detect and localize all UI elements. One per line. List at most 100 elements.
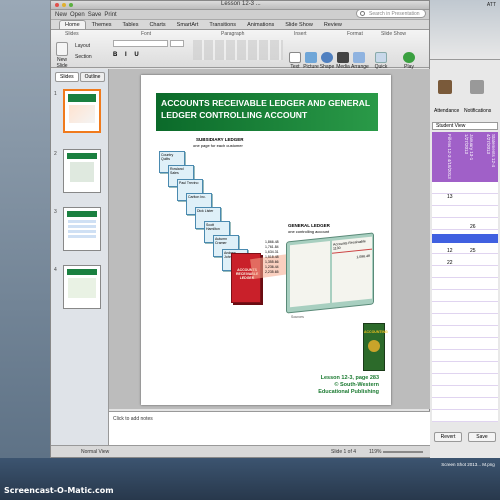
media-button[interactable]: Media	[335, 52, 351, 70]
grade-cell[interactable]: 25	[470, 248, 476, 254]
tab-animations[interactable]: Animations	[242, 21, 279, 29]
play-icon	[403, 52, 415, 63]
textbook-emblem-icon	[368, 340, 380, 352]
qat-print[interactable]: Print	[104, 12, 116, 18]
tab-slides[interactable]: Slides	[55, 72, 79, 82]
new-slide-icon	[56, 42, 68, 56]
notes-placeholder: Click to add notes	[113, 416, 153, 422]
subsidiary-ledger-subtitle: one page for each customer	[193, 143, 243, 148]
slide[interactable]: ACCOUNTS RECEIVABLE LEDGER AND GENERAL L…	[141, 75, 391, 405]
slide-thumbnail-1[interactable]	[63, 89, 101, 133]
view-mode-label: Normal View	[81, 449, 110, 455]
slide-number-3: 3	[54, 209, 57, 215]
zoom-level[interactable]: 119%	[369, 449, 381, 455]
footer-lesson: Lesson 12-3, page 283	[320, 375, 379, 381]
zoom-slider[interactable]	[383, 451, 423, 453]
textbook-cover: ACCOUNTING	[363, 323, 388, 371]
grade-grid: 13 26 12 25 22	[432, 182, 498, 422]
group-format-label: Format	[347, 31, 363, 37]
customer-name: Paul Trevino	[179, 181, 199, 185]
tab-review[interactable]: Review	[319, 21, 347, 29]
column-header[interactable]: Fill-Ins 12-3 4/18/2013	[432, 132, 454, 182]
group-slides-label: Slides	[65, 31, 79, 37]
slide-number-2: 2	[54, 151, 57, 157]
slide-thumbnail-4[interactable]	[63, 265, 101, 309]
slides-panel: Slides Outline 1 2 3 4	[51, 69, 109, 445]
attendance-toolbar: ATT	[430, 0, 500, 60]
slides-panel-tabs: Slides Outline	[51, 69, 108, 85]
font-size-select[interactable]	[170, 40, 184, 47]
close-dot-icon[interactable]	[55, 3, 59, 7]
arrange-button[interactable]: Arrange	[351, 52, 369, 70]
new-slide-label: New Slide	[56, 57, 68, 69]
tab-home[interactable]: Home	[59, 20, 86, 29]
selected-row[interactable]	[432, 234, 498, 243]
tab-outline[interactable]: Outline	[79, 72, 106, 82]
attendance-icon[interactable]	[438, 80, 452, 94]
paragraph-controls[interactable]	[193, 40, 283, 60]
attendance-label[interactable]: Attendance	[434, 108, 459, 114]
grade-cell[interactable]: 13	[447, 194, 453, 200]
amount-list: 1,866.48 1,761.84 1,634.31 1,518.48 1,35…	[265, 240, 287, 275]
save-button[interactable]: Save	[468, 432, 496, 442]
thumb-title-bar	[67, 269, 97, 275]
play-button[interactable]: Play	[401, 52, 417, 70]
font-format-buttons[interactable]: B I U	[113, 52, 142, 58]
tab-slide-show[interactable]: Slide Show	[280, 21, 318, 29]
slide-number-1: 1	[54, 91, 57, 97]
qat-new[interactable]: New	[55, 12, 67, 18]
customer-name: Scott Hamilton	[206, 223, 220, 231]
tab-smartart[interactable]: SmartArt	[172, 21, 204, 29]
ribbon: Slides Font Paragraph Insert Format Slid…	[51, 30, 429, 76]
desktop-file-label[interactable]: Screen Shot 2013... M.png	[440, 462, 496, 467]
customer-name: Carlton Inc.	[188, 195, 206, 199]
picture-button[interactable]: Picture	[303, 52, 319, 70]
thumb-title-bar	[67, 153, 97, 159]
slide-title: ACCOUNTS RECEIVABLE LEDGER AND GENERAL L…	[156, 93, 378, 131]
layout-button[interactable]: Layout	[75, 43, 90, 49]
grade-cell[interactable]: 26	[470, 224, 476, 230]
qat-save[interactable]: Save	[88, 12, 102, 18]
search-placeholder: Search in Presentation	[369, 11, 420, 17]
new-slide-button[interactable]: New Slide	[53, 42, 71, 69]
zoom-dot-icon[interactable]	[69, 3, 73, 7]
general-ledger-book: Accounts Receivable 1130 1,086.48	[286, 232, 374, 314]
notes-pane[interactable]: Click to add notes	[109, 411, 431, 445]
thumb-table	[68, 220, 96, 240]
minimize-dot-icon[interactable]	[62, 3, 66, 7]
slide-thumbnail-3[interactable]	[63, 207, 101, 251]
picture-icon	[305, 52, 317, 63]
font-name-select[interactable]	[113, 40, 168, 47]
watermark: Screencast-O-Matic.com	[4, 486, 114, 495]
status-bar: Normal View Slide 1 of 4 119%	[51, 445, 431, 457]
tab-themes[interactable]: Themes	[87, 21, 117, 29]
column-header[interactable]: Statements 12-4 4/27/2013	[476, 132, 498, 182]
slide-thumbnail-2[interactable]	[63, 149, 101, 193]
column-header[interactable]: January 13-1 1/27/2013	[454, 132, 476, 182]
footer-copyright: © South-Western	[334, 382, 379, 388]
desktop-left-strip	[0, 0, 50, 458]
student-view-select[interactable]: Student View	[432, 122, 498, 130]
grade-cell[interactable]: 22	[447, 260, 453, 266]
section-button[interactable]: Section	[75, 54, 92, 60]
shape-button[interactable]: Shape	[319, 52, 335, 70]
notifications-icon[interactable]	[470, 80, 484, 94]
thumb-diagram	[69, 105, 95, 123]
quick-styles-icon	[375, 52, 387, 63]
grade-cell[interactable]: 12	[447, 248, 453, 254]
qat-open[interactable]: Open	[70, 12, 85, 18]
attendance-window: ATT Attendance Notifications Student Vie…	[430, 0, 500, 458]
tab-charts[interactable]: Charts	[144, 21, 170, 29]
tab-transitions[interactable]: Transitions	[204, 21, 241, 29]
notifications-label[interactable]: Notifications	[464, 108, 491, 114]
tab-tables[interactable]: Tables	[118, 21, 144, 29]
revert-button[interactable]: Revert	[434, 432, 462, 442]
general-ledger-title: GENERAL LEDGER	[288, 223, 330, 228]
textbook-title: ACCOUNTING	[364, 330, 388, 334]
search-input[interactable]: Search in Presentation	[356, 9, 426, 18]
grade-column-headers: Fill-Ins 12-3 4/18/2013 January 13-1 1/2…	[432, 132, 498, 182]
media-icon	[337, 52, 349, 63]
thumb-title-bar	[67, 211, 97, 217]
general-ledger-subtitle: one controlling account	[288, 229, 330, 234]
text-button[interactable]: Text	[287, 52, 303, 70]
